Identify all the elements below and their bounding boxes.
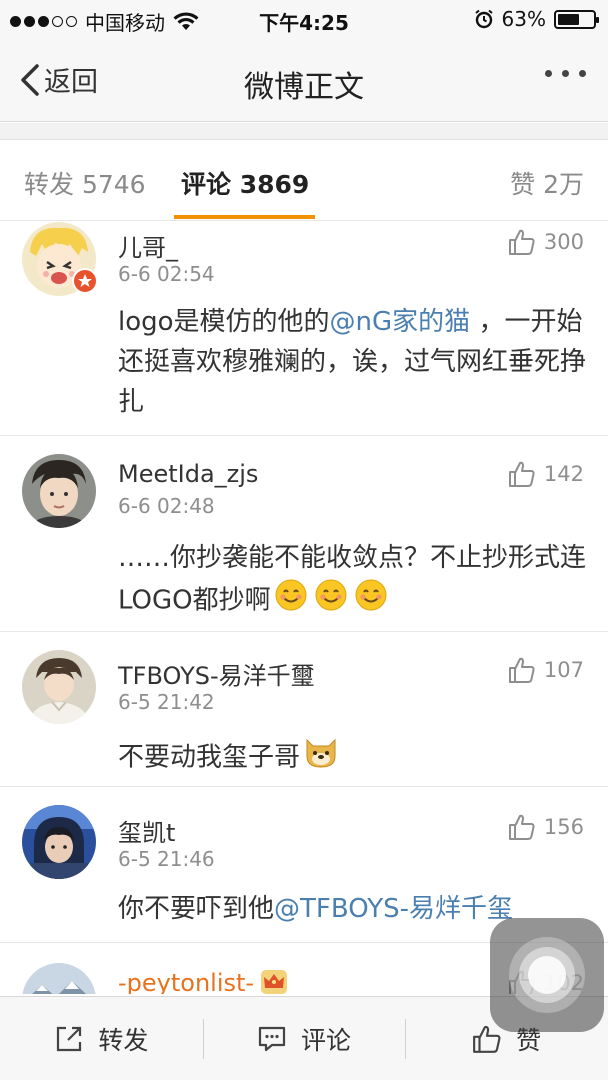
comment-username[interactable]: MeetIda_zjs	[118, 460, 258, 488]
thumbs-up-icon	[473, 1025, 501, 1053]
tab-like[interactable]: 赞 2万	[510, 165, 584, 201]
comment-time: 6-5 21:46	[118, 847, 215, 871]
smile-emoji-icon	[314, 578, 348, 624]
comment-username[interactable]: 玺凯t	[118, 813, 175, 848]
crown-badge-icon	[261, 970, 288, 994]
thumbs-up-icon	[508, 229, 535, 255]
like-button[interactable]: 300	[508, 228, 584, 256]
like-button[interactable]: 107	[508, 656, 584, 684]
comment-text-part: ……你抄袭能不能收敛点？不止抄形式连LOGO都抄啊	[118, 543, 587, 616]
avatar[interactable]	[22, 805, 96, 879]
comment-item: 儿哥_ 6-6 02:54 300 logo是模仿的他的@nG家的猫 ，一开始还…	[0, 222, 608, 436]
smile-emoji-icon	[354, 578, 388, 624]
thumbs-up-icon	[508, 461, 535, 487]
like-count: 142	[543, 462, 584, 486]
like-button[interactable]: 142	[508, 460, 584, 488]
comment-list: 儿哥_ 6-6 02:54 300 logo是模仿的他的@nG家的猫 ，一开始还…	[0, 222, 608, 994]
tab-bar: 转发 5746 评论 3869 赞 2万	[0, 141, 608, 221]
comment-username[interactable]: 儿哥_	[118, 228, 178, 263]
thumbs-up-icon	[508, 814, 535, 840]
comment-time: 6-5 21:42	[118, 690, 215, 714]
thumbs-up-icon	[508, 657, 535, 683]
comment-time: 6-6 02:48	[118, 494, 215, 518]
avatar[interactable]	[22, 650, 96, 724]
comment-text: logo是模仿的他的@nG家的猫 ，一开始还挺喜欢穆雅斓的，诶，过气网红垂死挣扎	[118, 302, 586, 422]
repost-button[interactable]: 转发	[0, 997, 203, 1080]
comment-item: TFBOYS-易洋千璽 6-5 21:42 107 不要动我玺子哥	[0, 632, 608, 787]
mention-link[interactable]: @nG家的猫	[330, 307, 471, 337]
comment-username[interactable]: TFBOYS-易洋千璽	[118, 656, 315, 691]
like-count: 107	[543, 658, 584, 682]
active-tab-indicator	[174, 215, 315, 219]
page-title: 微博正文	[244, 70, 364, 105]
avatar[interactable]	[22, 963, 96, 994]
comment-button[interactable]: 评论	[202, 997, 406, 1080]
share-icon	[57, 1026, 82, 1051]
more-icon[interactable]	[545, 70, 586, 77]
comment-text-part: logo是模仿的他的	[118, 307, 330, 337]
comment-text: 不要动我玺子哥	[118, 734, 586, 782]
status-bar: 中国移动 下午4:25 63%	[0, 0, 608, 40]
like-button[interactable]: 156	[508, 813, 584, 841]
section-divider	[0, 123, 608, 140]
battery-percent: 63%	[501, 7, 546, 31]
nav-bar: 返回 微博正文	[0, 40, 608, 122]
comment-username[interactable]: -peytonlist-	[118, 969, 288, 994]
comment-text-part: 你不要吓到他	[118, 894, 275, 924]
comment-label: 评论	[301, 1025, 352, 1055]
username-text: -peytonlist-	[118, 969, 255, 994]
tab-repost[interactable]: 转发 5746	[24, 165, 146, 201]
comment-text: ……你抄袭能不能收敛点？不止抄形式连LOGO都抄啊	[118, 538, 586, 624]
comment-text-part: 不要动我玺子哥	[118, 742, 301, 773]
repost-label: 转发	[98, 1025, 149, 1055]
battery-icon	[554, 9, 599, 29]
assistive-touch-button[interactable]	[490, 918, 604, 1032]
tab-comment[interactable]: 评论 3869	[181, 165, 309, 201]
comment-time: 6-6 02:54	[118, 262, 215, 286]
comment-item: MeetIda_zjs 6-6 02:48 142 ……你抄袭能不能收敛点？不止…	[0, 436, 608, 632]
avatar[interactable]	[22, 454, 96, 528]
verified-badge-icon	[72, 268, 98, 294]
comment-icon	[258, 1026, 286, 1051]
mention-link[interactable]: @TFBOYS-易烊千玺	[274, 894, 513, 924]
like-count: 156	[543, 815, 584, 839]
like-count: 300	[543, 230, 584, 254]
alarm-icon	[474, 9, 493, 29]
smile-emoji-icon	[274, 578, 308, 624]
doge-emoji-icon	[303, 734, 339, 782]
